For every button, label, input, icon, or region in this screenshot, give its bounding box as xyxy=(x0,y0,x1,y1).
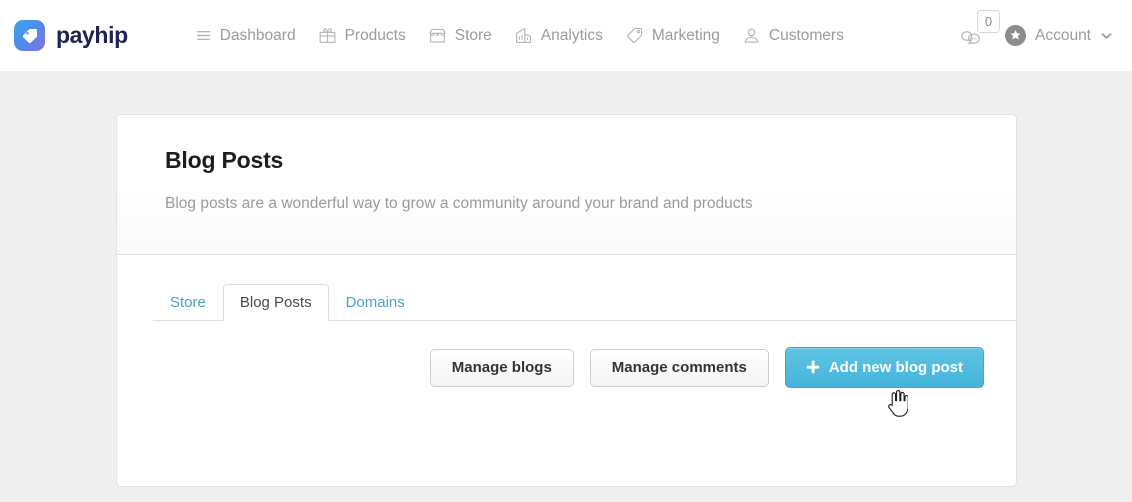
top-navigation-bar: payhip Dashboard Products xyxy=(0,0,1132,71)
bar-chart-icon xyxy=(514,26,533,45)
blog-posts-card: Blog Posts Blog posts are a wonderful wa… xyxy=(116,114,1017,487)
nav-item-label: Store xyxy=(455,27,492,45)
nav-item-label: Products xyxy=(345,27,406,45)
chevron-down-icon xyxy=(1101,29,1112,43)
page-subtitle: Blog posts are a wonderful way to grow a… xyxy=(165,195,968,213)
hamburger-menu-icon xyxy=(195,27,212,44)
messages-badge: 0 xyxy=(977,10,1000,33)
manage-blogs-button[interactable]: Manage blogs xyxy=(430,349,574,387)
action-button-group: Manage blogs Manage comments Add new blo… xyxy=(117,337,1016,388)
brand-logo[interactable]: payhip xyxy=(14,20,128,51)
nav-item-store[interactable]: Store xyxy=(417,20,503,51)
page-title: Blog Posts xyxy=(165,147,968,174)
nav-item-dashboard[interactable]: Dashboard xyxy=(184,21,307,51)
add-new-blog-post-label: Add new blog post xyxy=(829,359,963,376)
account-label: Account xyxy=(1035,27,1091,45)
star-circle-icon xyxy=(1005,25,1026,46)
brand-name: payhip xyxy=(56,22,128,49)
price-tag-icon xyxy=(625,26,644,45)
nav-item-label: Analytics xyxy=(541,27,603,45)
payhip-tag-heart-icon xyxy=(14,20,45,51)
tab-domains[interactable]: Domains xyxy=(329,284,422,321)
storefront-icon xyxy=(428,26,447,45)
tab-list: Store Blog Posts Domains xyxy=(153,285,1016,321)
plus-icon xyxy=(806,360,820,374)
nav-item-marketing[interactable]: Marketing xyxy=(614,20,731,51)
manage-comments-button[interactable]: Manage comments xyxy=(590,349,769,387)
nav-item-analytics[interactable]: Analytics xyxy=(503,20,614,51)
account-menu[interactable]: Account xyxy=(999,19,1118,52)
nav-item-customers[interactable]: Customers xyxy=(731,20,855,51)
messages-button[interactable]: 0 xyxy=(951,19,993,53)
person-icon xyxy=(742,26,761,45)
tab-store[interactable]: Store xyxy=(153,284,223,321)
nav-item-label: Customers xyxy=(769,27,844,45)
main-nav: Dashboard Products xyxy=(174,20,951,51)
add-new-blog-post-button[interactable]: Add new blog post xyxy=(785,347,984,388)
tab-blog-posts[interactable]: Blog Posts xyxy=(223,284,329,321)
nav-right-group: 0 Account xyxy=(951,19,1118,53)
gift-box-icon xyxy=(318,26,337,45)
nav-item-label: Dashboard xyxy=(220,27,296,45)
tabs-section: Store Blog Posts Domains xyxy=(117,255,1016,337)
card-header: Blog Posts Blog posts are a wonderful wa… xyxy=(117,115,1016,255)
nav-item-label: Marketing xyxy=(652,27,720,45)
nav-item-products[interactable]: Products xyxy=(307,20,417,51)
